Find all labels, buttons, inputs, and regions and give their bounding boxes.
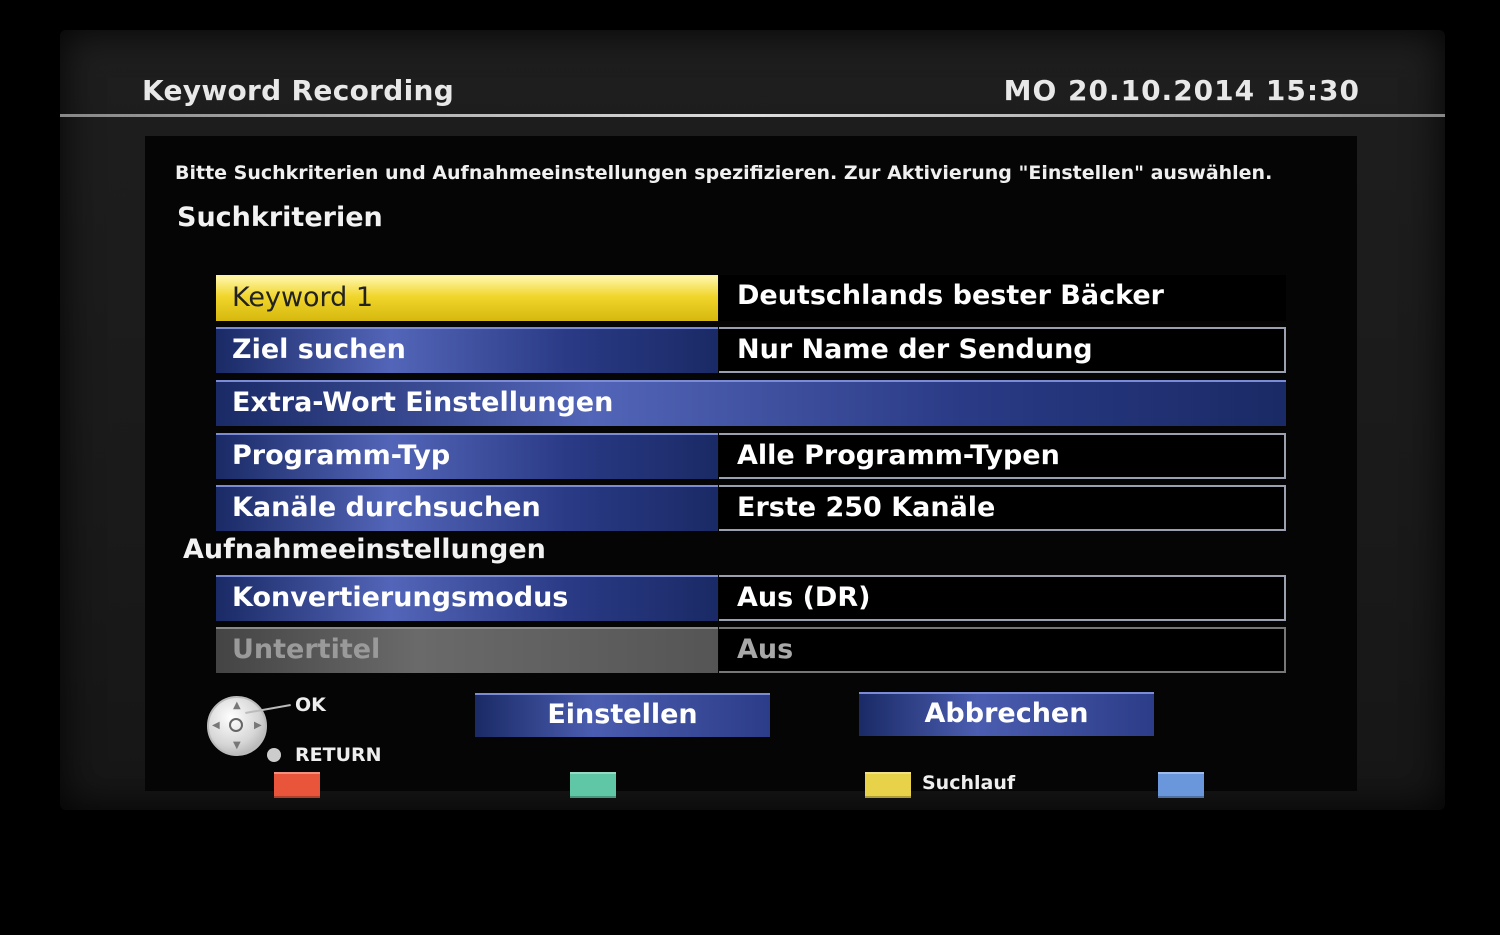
row-konvertierungsmodus[interactable]: Konvertierungsmodus Aus (DR) [216,575,1286,621]
green-key[interactable] [570,772,616,798]
return-hint: RETURN [295,744,382,766]
conversion-mode-value[interactable]: Aus (DR) [719,575,1286,621]
search-target-value[interactable]: Nur Name der Sendung [719,327,1286,373]
instructions-text: Bitte Suchkriterien und Aufnahmeeinstell… [175,162,1273,184]
row-programm-typ[interactable]: Programm-Typ Alle Programm-Typen [216,433,1286,479]
date-time: MO 20.10.2014 15:30 [1003,74,1360,107]
blue-key[interactable] [1158,772,1204,798]
subtitle-value: Aus [719,627,1286,673]
row-label: Ziel suchen [216,327,718,373]
row-label: Untertitel [216,627,718,673]
row-label: Konvertierungsmodus [216,575,718,621]
channels-value[interactable]: Erste 250 Kanäle [719,485,1286,531]
ok-hint: OK [295,694,326,716]
section-heading-search: Suchkriterien [177,202,383,233]
row-extra-wort[interactable]: Extra-Wort Einstellungen [216,380,1286,426]
red-key[interactable] [274,772,320,798]
tv-screen: Keyword Recording MO 20.10.2014 15:30 Bi… [60,30,1445,810]
einstellen-button[interactable]: Einstellen [475,693,770,737]
section-heading-recording: Aufnahmeeinstellungen [183,534,546,565]
dpad-icon: ▲ ▼ ◀ ▶ [207,696,267,756]
header-divider [60,114,1445,117]
settings-panel: Bitte Suchkriterien und Aufnahmeeinstell… [145,136,1357,798]
row-label: Kanäle durchsuchen [216,485,718,531]
row-kanaele[interactable]: Kanäle durchsuchen Erste 250 Kanäle [216,485,1286,531]
keyword-value[interactable]: Deutschlands bester Bäcker [719,275,1286,321]
row-label: Keyword 1 [216,275,718,321]
page-title: Keyword Recording [142,74,455,107]
row-label: Extra-Wort Einstellungen [216,380,1286,426]
program-type-value[interactable]: Alle Programm-Typen [719,433,1286,479]
row-untertitel: Untertitel Aus [216,627,1286,673]
row-keyword-1[interactable]: Keyword 1 Deutschlands bester Bäcker [216,275,1286,321]
row-label: Programm-Typ [216,433,718,479]
abbrechen-button[interactable]: Abbrechen [859,692,1154,736]
yellow-key[interactable] [865,772,911,798]
yellow-key-label: Suchlauf [922,772,1016,794]
row-ziel-suchen[interactable]: Ziel suchen Nur Name der Sendung [216,327,1286,373]
return-icon [267,748,281,762]
